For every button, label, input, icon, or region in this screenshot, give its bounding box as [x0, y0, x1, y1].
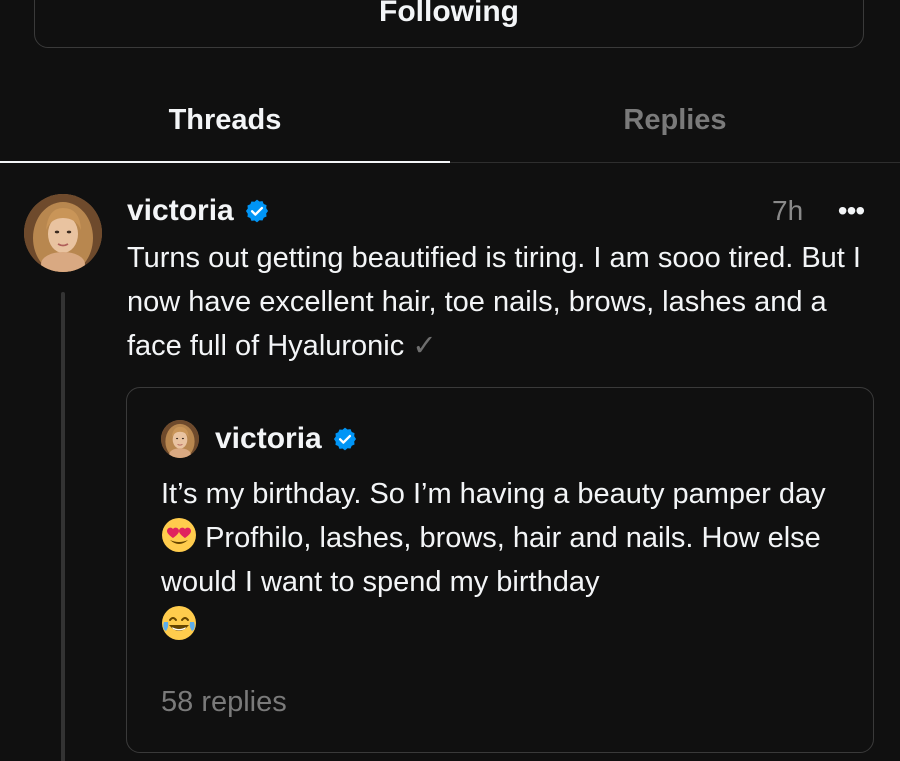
post-text: Turns out getting beautified is tiring. … [127, 242, 861, 362]
verified-badge-icon [332, 426, 358, 452]
profile-tabs: Threads Replies [0, 80, 900, 163]
quoted-text-part2: Profhilo, lashes, brows, hair and nails.… [161, 522, 821, 598]
following-button[interactable]: Following [34, 0, 864, 48]
avatar[interactable] [24, 194, 102, 272]
verified-badge-icon [244, 198, 270, 224]
checkmark-icon: ✓ [412, 330, 437, 362]
quoted-text-part1: It’s my birthday. So I’m having a beauty… [161, 478, 826, 510]
quoted-post-body: It’s my birthday. So I’m having a beauty… [161, 472, 861, 648]
post-timestamp: 7h [772, 195, 804, 226]
avatar-portrait-icon [24, 194, 102, 272]
post-author-name: victoria [127, 194, 234, 227]
more-options-icon[interactable]: ••• [834, 195, 868, 227]
tab-replies[interactable]: Replies [450, 80, 900, 160]
active-tab-indicator [0, 161, 450, 163]
quoted-post-author[interactable]: victoria [215, 418, 358, 460]
profile-feed: Following Threads Replies victoria 7h ••… [0, 0, 900, 761]
post-body: Turns out getting beautified is tiring. … [127, 236, 877, 368]
quoted-replies-count[interactable]: 58 replies [161, 686, 287, 719]
post-author[interactable]: victoria [127, 190, 270, 232]
thread-connector-line [61, 292, 65, 761]
following-button-label: Following [379, 0, 519, 28]
quoted-author-name: victoria [215, 422, 322, 455]
avatar-portrait-icon [161, 420, 199, 458]
quoted-avatar[interactable] [161, 420, 199, 458]
tears-of-joy-emoji-icon [161, 605, 197, 641]
tab-threads-label: Threads [168, 103, 282, 136]
tab-threads[interactable]: Threads [0, 80, 450, 160]
heart-eyes-emoji-icon [161, 517, 197, 553]
tab-replies-label: Replies [623, 103, 727, 136]
